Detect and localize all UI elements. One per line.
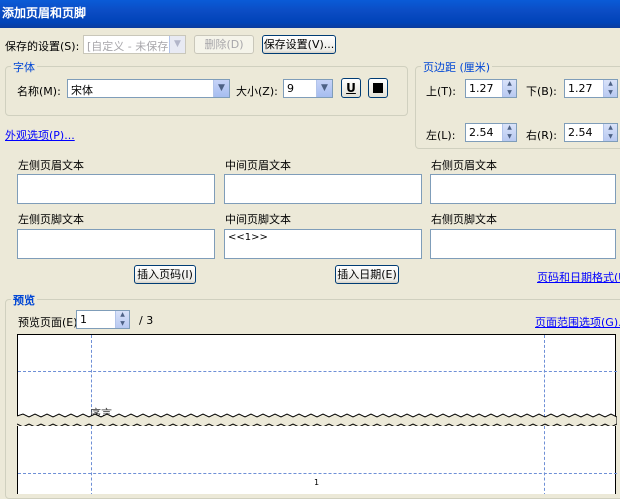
margin-bottom-input[interactable]: 1.27 ▲ ▼: [564, 79, 618, 98]
preview-page-label: 预览页面(E): [18, 316, 78, 329]
left-footer-input[interactable]: [17, 229, 215, 259]
color-swatch-icon: [373, 83, 383, 93]
preview-page-total: / 3: [139, 314, 154, 327]
margin-left-value: 2.54: [469, 126, 494, 139]
underline-icon: U: [346, 81, 356, 95]
preview-area: 序言 1: [17, 334, 617, 494]
spin-icon[interactable]: ▲ ▼: [115, 311, 129, 328]
spin-icon[interactable]: ▲ ▼: [502, 124, 516, 141]
spin-icon[interactable]: ▲ ▼: [502, 80, 516, 97]
left-footer-label: 左侧页脚文本: [18, 213, 84, 226]
center-header-label: 中间页眉文本: [225, 159, 291, 172]
font-size-label: 大小(Z):: [236, 85, 278, 98]
chevron-down-icon: ▼: [169, 36, 185, 53]
margin-guide: [18, 473, 617, 474]
underline-button[interactable]: U: [341, 78, 361, 98]
right-footer-label: 右侧页脚文本: [431, 213, 497, 226]
insert-date-button[interactable]: 插入日期(E): [335, 265, 399, 284]
preview-page-bottom: 1: [17, 426, 617, 494]
margin-top-label: 上(T):: [426, 85, 457, 98]
right-header-label: 右侧页眉文本: [431, 159, 497, 172]
saved-settings-label: 保存的设置(S):: [5, 40, 80, 53]
preview-legend: 预览: [11, 292, 37, 308]
left-header-input[interactable]: [17, 174, 215, 204]
font-size-value: 9: [287, 82, 294, 95]
spin-icon[interactable]: ▲ ▼: [603, 124, 617, 141]
margin-right-value: 2.54: [568, 126, 593, 139]
insert-page-number-button[interactable]: 插入页码(I): [134, 265, 196, 284]
right-header-input[interactable]: [430, 174, 616, 204]
font-legend: 字体: [11, 59, 37, 75]
preview-footer-page-number: 1: [314, 478, 320, 487]
appearance-options-link[interactable]: 外观选项(P)...: [5, 127, 75, 143]
preview-page-top: 序言: [17, 334, 617, 420]
center-footer-input[interactable]: <<1>>: [224, 229, 422, 259]
font-name-label: 名称(M):: [17, 85, 61, 98]
chevron-down-icon: ▼: [213, 80, 229, 97]
preview-page-value: 1: [80, 313, 87, 326]
font-size-dropdown[interactable]: 9 ▼: [283, 79, 333, 98]
margin-guide: [544, 426, 545, 494]
margin-bottom-label: 下(B):: [526, 85, 557, 98]
center-header-input[interactable]: [224, 174, 422, 204]
margin-left-input[interactable]: 2.54 ▲ ▼: [465, 123, 517, 142]
page-date-format-link[interactable]: 页码和日期格式(U)...: [537, 269, 620, 285]
right-footer-input[interactable]: [430, 229, 616, 259]
saved-settings-dropdown[interactable]: [自定义 - 未保存] ▼: [83, 35, 186, 54]
margin-left-label: 左(L):: [426, 129, 456, 142]
margin-bottom-value: 1.27: [568, 82, 593, 95]
preview-page-input[interactable]: 1 ▲ ▼: [76, 310, 130, 329]
delete-button[interactable]: 删除(D): [194, 35, 254, 54]
title-bar: 添加页眉和页脚: [0, 0, 620, 28]
window-title: 添加页眉和页脚: [2, 6, 87, 20]
font-name-dropdown[interactable]: 宋体 ▼: [67, 79, 230, 98]
margin-guide: [18, 371, 617, 372]
margin-right-label: 右(R):: [526, 129, 557, 142]
margin-top-input[interactable]: 1.27 ▲ ▼: [465, 79, 517, 98]
left-header-label: 左侧页眉文本: [18, 159, 84, 172]
page-range-options-link[interactable]: 页面范围选项(G)...: [535, 314, 620, 330]
saved-settings-value: [自定义 - 未保存]: [87, 40, 173, 53]
font-color-button[interactable]: [368, 78, 388, 98]
margins-legend: 页边距 (厘米): [421, 59, 493, 75]
font-name-value: 宋体: [71, 84, 93, 97]
margin-guide: [91, 426, 92, 494]
save-settings-button[interactable]: 保存设置(V)...: [262, 35, 336, 54]
center-footer-label: 中间页脚文本: [225, 213, 291, 226]
chevron-down-icon: ▼: [316, 80, 332, 97]
spin-icon[interactable]: ▲ ▼: [603, 80, 617, 97]
margin-top-value: 1.27: [469, 82, 494, 95]
margin-right-input[interactable]: 2.54 ▲ ▼: [564, 123, 618, 142]
margin-guide: [544, 335, 545, 417]
